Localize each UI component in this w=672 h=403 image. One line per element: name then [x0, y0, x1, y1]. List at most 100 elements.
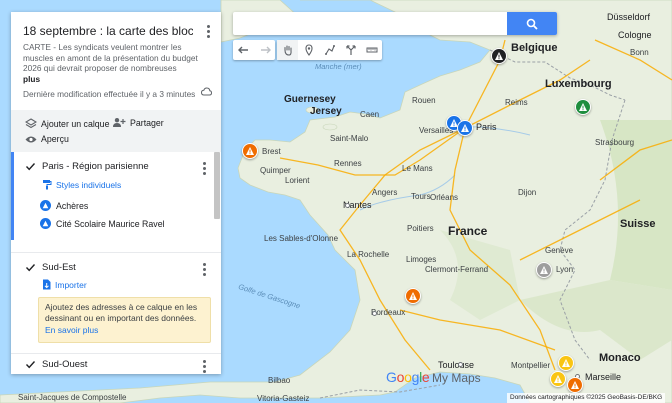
warning-icon: [409, 292, 417, 300]
map-marker-sud-est-1[interactable]: [558, 355, 574, 371]
share-button[interactable]: Partager: [112, 117, 164, 128]
label-la-rochelle: La Rochelle: [347, 250, 390, 259]
warning-marker-icon: [40, 218, 51, 229]
layer-sud-ouest[interactable]: Sud-Ouest: [25, 359, 87, 370]
label-montpellier: Montpellier: [511, 361, 551, 370]
label-strasbourg: Strasbourg: [595, 138, 635, 147]
preview-button[interactable]: Aperçu: [25, 134, 69, 144]
google-logo: Google: [386, 369, 430, 385]
draw-line-icon: [324, 45, 335, 55]
add-marker-button[interactable]: [298, 40, 319, 60]
label-sables: Les Sables-d'Olonne: [264, 234, 339, 243]
my-maps-label: My Maps: [432, 371, 481, 385]
directions-icon: [345, 45, 356, 55]
label-france: France: [448, 224, 488, 238]
label-jersey: Jersey: [310, 106, 342, 117]
label-clermont: Clermont-Ferrand: [425, 265, 489, 274]
measure-button[interactable]: [361, 40, 382, 60]
map-marker-sud-est-2[interactable]: [550, 371, 566, 387]
label-suisse: Suisse: [620, 218, 656, 230]
layer-sud-est-options-icon[interactable]: [198, 262, 210, 276]
warning-icon: [246, 147, 254, 155]
map-marker-belgique[interactable]: [491, 48, 507, 64]
map-copyright[interactable]: Données cartographiques ©2025 GeoBasis-D…: [507, 393, 666, 403]
warning-icon: [579, 103, 587, 111]
label-lorient: Lorient: [285, 176, 310, 185]
map-options-menu-icon[interactable]: [202, 24, 214, 38]
layer-divider: [11, 252, 221, 253]
active-layer-indicator: [11, 152, 14, 240]
layer-sud-ouest-options-icon[interactable]: [198, 359, 210, 373]
label-caen: Caen: [360, 110, 380, 119]
label-dusseldorf: Düsseldorf: [607, 12, 651, 22]
map-description: CARTE - Les syndicats veulent montrer le…: [23, 42, 198, 73]
label-rennes: Rennes: [334, 159, 362, 168]
layers-icon: [25, 118, 37, 129]
search-input[interactable]: [233, 12, 507, 35]
hint-text: Ajoutez des adresses à ce calque en les …: [45, 302, 198, 324]
panel-scrollbar[interactable]: [214, 152, 220, 219]
label-lyon: Lyon: [556, 265, 574, 274]
paint-roller-icon: [43, 180, 52, 190]
empty-layer-hint: Ajoutez des adresses à ce calque en les …: [38, 297, 211, 343]
checkbox-checked-icon[interactable]: [25, 262, 36, 273]
label-manche: Manche (mer): [315, 62, 362, 71]
undo-button[interactable]: [233, 40, 254, 60]
label-quimper: Quimper: [260, 166, 291, 175]
feature-acheres-label: Achères: [56, 200, 89, 211]
pan-button[interactable]: [277, 40, 298, 60]
individual-styles-link[interactable]: Styles individuels: [42, 179, 121, 190]
add-layer-label: Ajouter un calque: [41, 118, 110, 129]
label-luxembourg: Luxembourg: [545, 78, 612, 90]
city-dot: [458, 362, 463, 367]
layer-paris[interactable]: Paris - Région parisienne: [25, 161, 149, 172]
layer-paris-options-icon[interactable]: [198, 161, 210, 175]
import-label: Importer: [55, 279, 87, 290]
map-title[interactable]: 18 septembre : la carte des bloca...: [23, 24, 193, 38]
search-bar: [233, 12, 557, 35]
feature-cite-scolaire[interactable]: Cité Scolaire Maurice Ravel: [40, 218, 165, 229]
label-cologne: Cologne: [618, 30, 652, 40]
checkbox-checked-icon[interactable]: [25, 161, 36, 172]
search-button[interactable]: [507, 12, 557, 35]
individual-styles-label: Styles individuels: [56, 179, 122, 190]
layer-sud-est[interactable]: Sud-Est: [25, 262, 76, 273]
map-marker-lyon[interactable]: [536, 262, 552, 278]
layers-list: Paris - Région parisienne Styles individ…: [11, 152, 221, 374]
feature-cite-scolaire-label: Cité Scolaire Maurice Ravel: [56, 218, 165, 229]
import-link[interactable]: Importer: [42, 279, 87, 290]
label-angers: Angers: [372, 188, 398, 197]
file-import-icon: [43, 279, 51, 290]
redo-icon: [260, 46, 271, 54]
feature-acheres[interactable]: Achères: [40, 200, 88, 211]
map-marker-brest[interactable]: [242, 143, 258, 159]
more-link[interactable]: plus: [23, 74, 40, 84]
label-saint-malo: Saint-Malo: [330, 134, 369, 143]
map-marker-cite-scolaire[interactable]: [457, 120, 473, 136]
map-marker-bordeaux[interactable]: [405, 288, 421, 304]
label-toulouse: Toulouse: [438, 360, 475, 370]
add-layer-button[interactable]: Ajouter un calque: [25, 118, 109, 129]
label-dijon: Dijon: [518, 188, 537, 197]
label-brest: Brest: [262, 147, 281, 156]
directions-button[interactable]: [340, 40, 361, 60]
label-rouen: Rouen: [412, 96, 436, 105]
label-le-mans: Le Mans: [402, 164, 433, 173]
add-person-icon: [113, 118, 126, 127]
draw-line-button[interactable]: [319, 40, 340, 60]
label-marseille: Marseille: [585, 372, 622, 382]
layer-paris-name: Paris - Région parisienne: [42, 161, 149, 172]
city-dot: [372, 311, 377, 316]
label-bilbao: Bilbao: [268, 376, 291, 385]
hand-icon: [283, 45, 292, 56]
layer-divider: [11, 353, 221, 354]
redo-button[interactable]: [254, 40, 275, 60]
checkbox-checked-icon[interactable]: [25, 359, 36, 370]
map-marker-luxembourg[interactable]: [575, 99, 591, 115]
eye-icon: [25, 136, 37, 142]
label-poitiers: Poitiers: [407, 224, 434, 233]
map-marker-marseille[interactable]: [567, 377, 583, 393]
label-reims: Reims: [505, 98, 528, 107]
label-guernesey: Guernesey: [284, 94, 336, 105]
learn-more-link[interactable]: En savoir plus: [45, 325, 98, 335]
